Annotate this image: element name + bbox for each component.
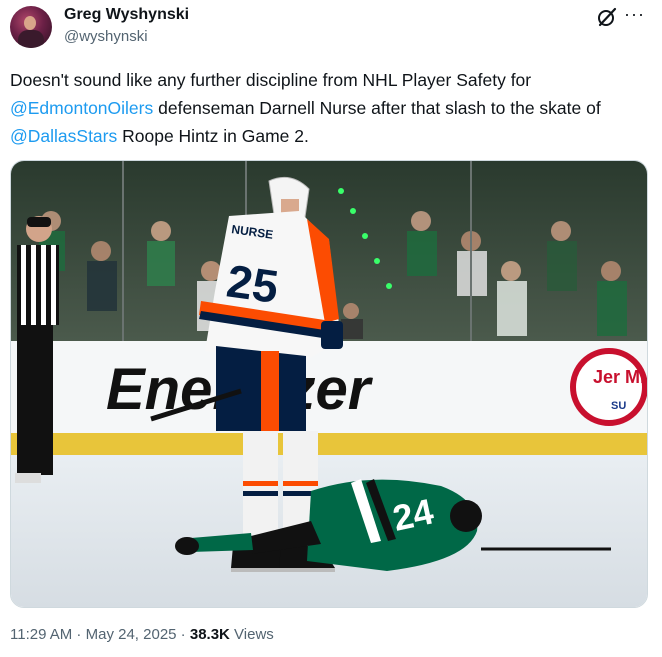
tweet-date[interactable]: May 24, 2025	[86, 626, 177, 643]
grok-icon[interactable]	[596, 6, 618, 28]
board-logo-text: Jer Mi	[593, 367, 645, 387]
hockey-photo: Energizer Jer Mi SU	[11, 161, 647, 607]
board-logo	[570, 348, 647, 426]
downed-player-number: 24	[389, 490, 437, 538]
more-options-button[interactable]: ···	[624, 4, 645, 25]
tweet-media-photo[interactable]: Energizer Jer Mi SU	[10, 160, 648, 608]
player-number: 25	[224, 254, 282, 313]
meta-separator: ·	[176, 626, 190, 643]
tweet-meta: 11:29 AM · May 24, 2025 · 38.3K Views	[10, 626, 274, 643]
tweet-time[interactable]: 11:29 AM	[10, 626, 72, 643]
views-label: Views	[229, 626, 274, 643]
mention-edmonton-oilers[interactable]: @EdmontonOilers	[10, 98, 153, 118]
tweet-text-part: Doesn't sound like any further disciplin…	[10, 70, 532, 90]
tweet-text-part: Roope Hintz in Game 2.	[117, 126, 309, 146]
avatar[interactable]	[10, 6, 52, 48]
mention-dallas-stars[interactable]: @DallasStars	[10, 126, 117, 146]
kick-plate	[11, 433, 647, 455]
meta-separator: ·	[72, 626, 86, 643]
tweet-text: Doesn't sound like any further disciplin…	[10, 66, 650, 150]
avatar-face	[24, 16, 36, 30]
views-count[interactable]: 38.3K	[190, 626, 230, 643]
tweet-text-part: defenseman Darnell Nurse after that slas…	[153, 98, 601, 118]
avatar-body	[18, 30, 44, 48]
referee	[15, 216, 59, 483]
board-logo-subtext: SU	[611, 400, 626, 412]
author-handle[interactable]: @wyshynski	[64, 28, 148, 45]
author-display-name[interactable]: Greg Wyshynski	[64, 6, 189, 24]
